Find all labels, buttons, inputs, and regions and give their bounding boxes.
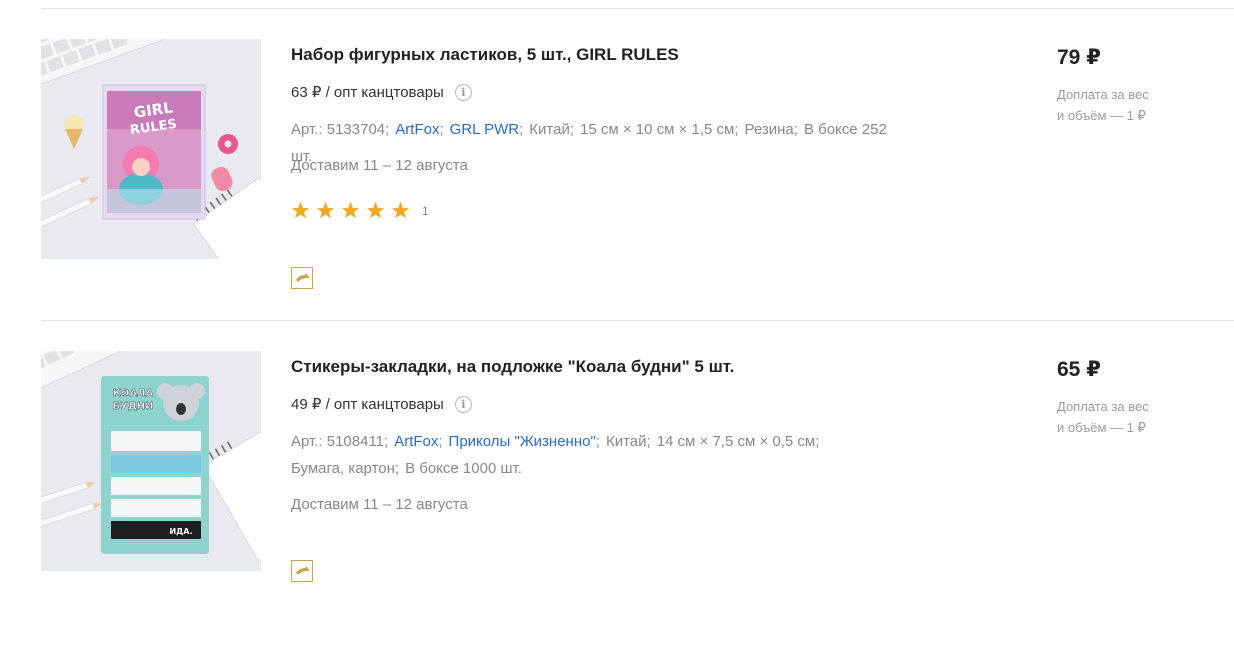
dolphin-button[interactable] — [291, 267, 313, 289]
product-specs: Арт.: 5108411;ArtFox;Приколы "Жизненно";… — [291, 428, 891, 482]
svg-text:БУДНИ: БУДНИ — [113, 401, 154, 412]
delivery-date: Доставим 11 – 12 августа — [291, 496, 468, 513]
wholesale-price: 49 ₽ / опт канцтовары i — [291, 395, 472, 413]
surcharge-line: Доплата за вес — [1057, 84, 1207, 105]
svg-text:КОАЛА: КОАЛА — [113, 388, 154, 399]
surcharge-line: и объём — 1 ₽ — [1057, 417, 1207, 438]
wholesale-price: 63 ₽ / опт канцтовары i — [291, 83, 472, 101]
product-card: GIRL RULES Набор фигурных ластиков, 5 шт… — [0, 39, 1234, 339]
star-icon — [341, 201, 360, 220]
product-image[interactable]: GIRL RULES — [41, 39, 261, 259]
surcharge-line: Доплата за вес — [1057, 396, 1207, 417]
product-title[interactable]: Набор фигурных ластиков, 5 шт., GIRL RUL… — [291, 45, 679, 65]
surcharge-note: Доплата за вес и объём — 1 ₽ — [1057, 84, 1207, 126]
country: Китай — [529, 121, 570, 138]
star-icon — [291, 201, 310, 220]
delivery-date: Доставим 11 – 12 августа — [291, 157, 468, 174]
product-price: 65 ₽ — [1057, 357, 1101, 382]
brand-link[interactable]: ArtFox — [395, 121, 439, 138]
product-title[interactable]: Стикеры-закладки, на подложке "Коала буд… — [291, 357, 734, 377]
product-image[interactable]: КОАЛА БУДНИ ИДА. — [41, 351, 261, 571]
dolphin-icon — [294, 565, 310, 577]
dimensions: 14 см × 7,5 см × 0,5 см — [657, 433, 816, 450]
star-icon — [316, 201, 335, 220]
box-quantity: В боксе 1000 шт. — [405, 460, 522, 477]
product-divider — [41, 320, 1234, 321]
series-link[interactable]: GRL PWR — [450, 121, 519, 138]
wholesale-price-text: 49 ₽ / опт канцтовары — [291, 395, 444, 413]
surcharge-note: Доплата за вес и объём — 1 ₽ — [1057, 396, 1207, 438]
info-icon[interactable]: i — [455, 84, 472, 101]
top-divider — [41, 8, 1234, 9]
series-link[interactable]: Приколы "Жизненно" — [449, 433, 596, 450]
material: Резина — [745, 121, 794, 138]
svg-text:ИДА.: ИДА. — [169, 527, 192, 536]
info-icon[interactable]: i — [455, 396, 472, 413]
star-icon — [366, 201, 385, 220]
rating-count[interactable]: 1 — [422, 204, 429, 218]
country: Китай — [606, 433, 647, 450]
surcharge-line: и объём — 1 ₽ — [1057, 105, 1207, 126]
article-number: Арт.: 5108411 — [291, 433, 384, 450]
wholesale-price-text: 63 ₽ / опт канцтовары — [291, 83, 444, 101]
material: Бумага, картон — [291, 460, 395, 477]
article-number: Арт.: 5133704 — [291, 121, 385, 138]
rating[interactable]: 1 — [291, 201, 429, 220]
dolphin-button[interactable] — [291, 560, 313, 582]
product-card: КОАЛА БУДНИ ИДА. Стикеры-закладки, на по… — [0, 351, 1234, 651]
dolphin-icon — [294, 272, 310, 284]
star-icon — [391, 201, 410, 220]
product-price: 79 ₽ — [1057, 45, 1101, 70]
dimensions: 15 см × 10 см × 1,5 см — [580, 121, 734, 138]
brand-link[interactable]: ArtFox — [394, 433, 438, 450]
